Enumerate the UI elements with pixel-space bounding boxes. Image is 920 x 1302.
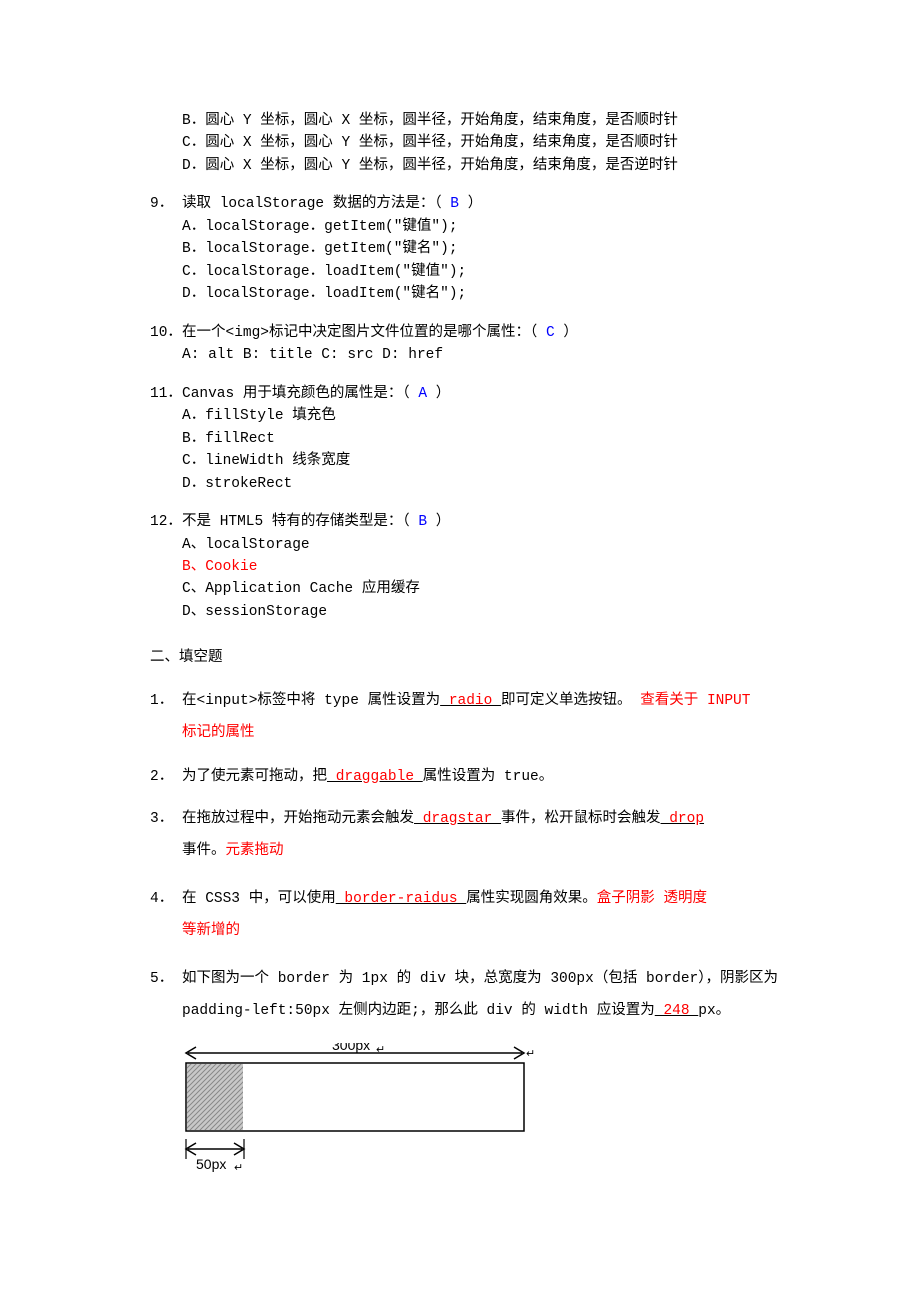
f3-number: 3． bbox=[150, 804, 182, 836]
f1-answer: radio bbox=[440, 693, 501, 709]
f2-answer: draggable bbox=[327, 769, 423, 785]
q11-text-before: Canvas 用于填充颜色的属性是：（ bbox=[182, 386, 410, 402]
f1-text1: 在<input>标签中将 type 属性设置为 bbox=[182, 693, 440, 709]
question-9: 9． 读取 localStorage 数据的方法是：（ B ） A．localS… bbox=[150, 193, 840, 305]
f4-text1: 在 CSS3 中，可以使用 bbox=[182, 891, 336, 907]
q10-answer: C bbox=[537, 325, 563, 341]
f3-note: 元素拖动 bbox=[226, 843, 284, 859]
q11-option-a: A．fillStyle 填充色 bbox=[182, 405, 840, 427]
q8-option-c: C．圆心 X 坐标，圆心 Y 坐标，圆半径，开始角度，结束角度，是否顺时针 bbox=[182, 132, 840, 154]
f3-answer2: drop bbox=[661, 811, 705, 827]
f3-text2: 事件，松开鼠标时会触发 bbox=[501, 811, 661, 827]
fill-3: 3．在拖放过程中，开始拖动元素会触发 dragstar 事件，松开鼠标时会触发 … bbox=[150, 804, 840, 868]
fill-5: 5．如下图为一个 border 为 1px 的 div 块，总宽度为 300px… bbox=[150, 964, 840, 1028]
q12-option-b: B、Cookie bbox=[182, 556, 840, 578]
f4-note2: 等新增的 bbox=[182, 923, 240, 939]
f5-number: 5． bbox=[150, 964, 182, 996]
q9-option-a: A．localStorage．getItem("键值"); bbox=[182, 216, 840, 238]
question-8-continuation: B．圆心 Y 坐标，圆心 X 坐标，圆半径，开始角度，结束角度，是否顺时针 C．… bbox=[150, 110, 840, 177]
fill-1: 1．在<input>标签中将 type 属性设置为 radio 即可定义单选按钮… bbox=[150, 686, 840, 750]
svg-text:↵: ↵ bbox=[234, 1162, 243, 1173]
diagram-300px-label: 300px bbox=[332, 1043, 370, 1053]
f1-text2: 即可定义单选按钮。 bbox=[501, 693, 640, 709]
diagram-50px-label: 50px bbox=[196, 1156, 226, 1172]
q9-text-after: ） bbox=[468, 196, 483, 212]
q11-answer: A bbox=[410, 386, 436, 402]
question-12: 12． 不是 HTML5 特有的存储类型是：（ B ） A、localStora… bbox=[150, 511, 840, 623]
q12-text-after: ） bbox=[436, 514, 451, 530]
svg-text:↵: ↵ bbox=[526, 1048, 535, 1060]
svg-text:↵: ↵ bbox=[376, 1044, 385, 1056]
question-10: 10． 在一个<img>标记中决定图片文件位置的是哪个属性：（ C ） A: a… bbox=[150, 322, 840, 367]
f3-text1: 在拖放过程中，开始拖动元素会触发 bbox=[182, 811, 414, 827]
q12-text-before: 不是 HTML5 特有的存储类型是：（ bbox=[182, 514, 410, 530]
section-2-heading: 二、填空题 bbox=[150, 647, 840, 669]
f1-note1: 查看关于 INPUT bbox=[640, 693, 750, 709]
q12-option-d: D、sessionStorage bbox=[182, 601, 840, 623]
box-model-diagram: 300px ↵ 50px ↵ ↵ bbox=[150, 1043, 840, 1181]
fill-4: 4．在 CSS3 中，可以使用 border-raidus 属性实现圆角效果。盒… bbox=[150, 884, 840, 948]
q11-text-after: ） bbox=[436, 386, 451, 402]
f4-text2: 属性实现圆角效果。 bbox=[466, 891, 597, 907]
f2-text1: 为了使元素可拖动，把 bbox=[182, 769, 327, 785]
f5-text1: 如下图为一个 border 为 1px 的 div 块，总宽度为 300px（包… bbox=[182, 971, 778, 987]
q9-text-before: 读取 localStorage 数据的方法是：（ bbox=[182, 196, 442, 212]
f2-text2: 属性设置为 true。 bbox=[423, 769, 554, 785]
f5-text2: padding-left:50px 左侧内边距;，那么此 div 的 width… bbox=[182, 1003, 655, 1019]
q9-option-b: B．localStorage．getItem("键名"); bbox=[182, 238, 840, 260]
q10-text-before: 在一个<img>标记中决定图片文件位置的是哪个属性：（ bbox=[182, 325, 537, 341]
q9-number: 9． bbox=[150, 193, 182, 215]
q12-answer: B bbox=[410, 514, 436, 530]
q9-answer: B bbox=[442, 196, 468, 212]
f5-text3: px。 bbox=[698, 1003, 730, 1019]
q8-option-d: D．圆心 X 坐标，圆心 Y 坐标，圆半径，开始角度，结束角度，是否逆时针 bbox=[182, 155, 840, 177]
q10-number: 10． bbox=[150, 322, 182, 344]
q9-option-d: D．localStorage．loadItem("键名"); bbox=[182, 283, 840, 305]
f2-number: 2． bbox=[150, 766, 182, 788]
document-page: B．圆心 Y 坐标，圆心 X 坐标，圆半径，开始角度，结束角度，是否顺时针 C．… bbox=[0, 0, 920, 1242]
q10-options: A: alt B: title C: src D: href bbox=[182, 344, 840, 366]
q9-option-c: C．localStorage．loadItem("键值"); bbox=[182, 261, 840, 283]
diagram-svg: 300px ↵ 50px ↵ ↵ bbox=[182, 1043, 542, 1173]
f4-note1: 盒子阴影 透明度 bbox=[597, 891, 707, 907]
f4-answer: border-raidus bbox=[336, 891, 467, 907]
q8-option-b: B．圆心 Y 坐标，圆心 X 坐标，圆半径，开始角度，结束角度，是否顺时针 bbox=[182, 110, 840, 132]
q10-text-after: ） bbox=[563, 325, 578, 341]
f1-number: 1． bbox=[150, 686, 182, 718]
question-11: 11． Canvas 用于填充颜色的属性是：（ A ） A．fillStyle … bbox=[150, 383, 840, 495]
q11-option-b: B．fillRect bbox=[182, 428, 840, 450]
q11-option-c: C．lineWidth 线条宽度 bbox=[182, 450, 840, 472]
q12-number: 12． bbox=[150, 511, 182, 533]
f3-text3: 事件。 bbox=[182, 843, 226, 859]
f5-answer: 248 bbox=[655, 1003, 699, 1019]
fill-2: 2．为了使元素可拖动，把 draggable 属性设置为 true。 bbox=[150, 766, 840, 788]
q11-option-d: D．strokeRect bbox=[182, 473, 840, 495]
f4-number: 4． bbox=[150, 884, 182, 916]
q12-option-c: C、Application Cache 应用缓存 bbox=[182, 578, 840, 600]
q12-option-a: A、localStorage bbox=[182, 534, 840, 556]
f3-answer1: dragstar bbox=[414, 811, 501, 827]
q11-number: 11． bbox=[150, 383, 182, 405]
f1-note2: 标记的属性 bbox=[182, 725, 255, 741]
